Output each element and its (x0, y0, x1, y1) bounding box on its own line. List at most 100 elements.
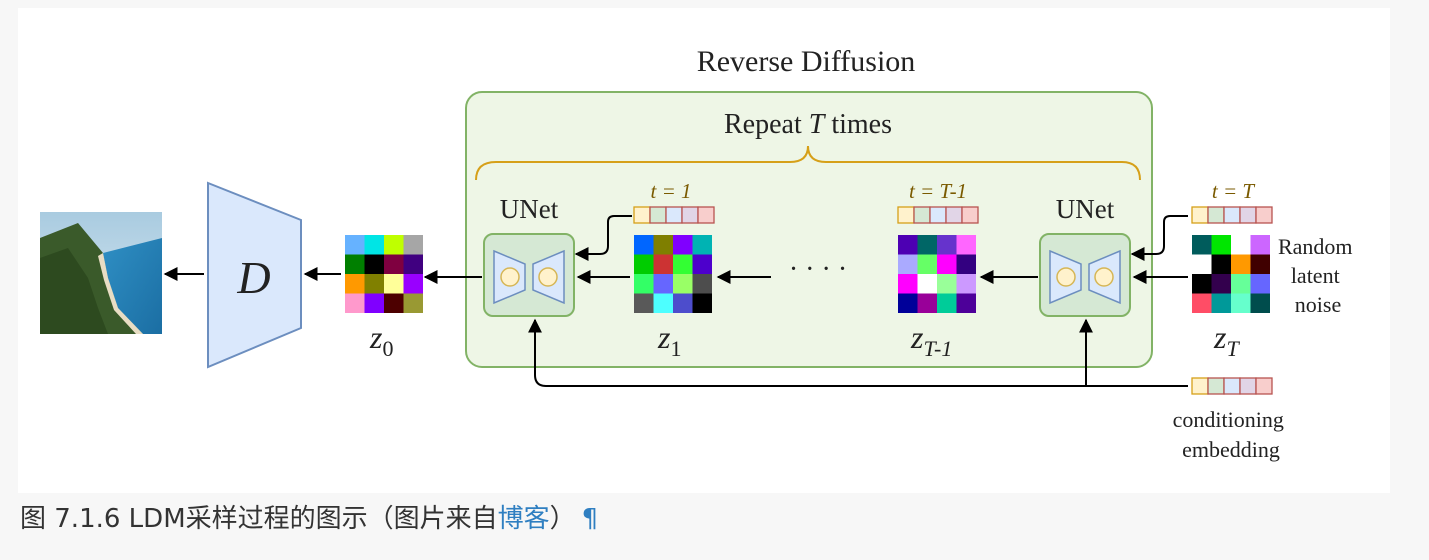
embedding-cell (929, 206, 947, 224)
latent-cell (1192, 274, 1212, 294)
latent-grid-zT1 (898, 235, 976, 313)
latent-cell (634, 235, 654, 255)
latent-cell (364, 254, 384, 274)
latent-cell (898, 274, 918, 294)
repeat-label: Repeat T times (724, 109, 892, 140)
latent-cell (1192, 254, 1212, 274)
latent-cell (956, 235, 976, 255)
latent-cell (364, 274, 384, 294)
latent-cell (1211, 293, 1231, 313)
latent-cell (1192, 293, 1212, 313)
latent-cell (1231, 254, 1251, 274)
latent-cell (917, 235, 937, 255)
latent-cell (1211, 235, 1231, 255)
latent-cell (956, 254, 976, 274)
latent-grid-z1 (634, 235, 712, 313)
latent-cell (692, 274, 712, 294)
latent-cell (937, 274, 957, 294)
ldm-sampling-figure: Reverse Diffusion Repeat T times D z0 z1… (18, 8, 1390, 493)
latent-cell (956, 293, 976, 313)
latent-cell (364, 235, 384, 255)
embedding-cell (1239, 206, 1257, 224)
caption-suffix: ） (549, 504, 576, 534)
latent-cell (1250, 235, 1270, 255)
permalink-anchor[interactable]: ¶ (582, 504, 599, 534)
latent-cell (364, 293, 384, 313)
latent-cell (345, 254, 365, 274)
noise-label: Random latent noise (1278, 234, 1358, 317)
latent-cell (1211, 274, 1231, 294)
embedding-cell (1191, 377, 1209, 395)
latent-cell (403, 254, 423, 274)
caption-text: 图 7.1.6 LDM采样过程的图示（图片来自 (20, 504, 498, 534)
latent-cell (1192, 235, 1212, 255)
latent-cell (403, 274, 423, 294)
time-label-t1: t = 1 (650, 179, 691, 203)
latent-cell (634, 274, 654, 294)
embedding-cell (1207, 206, 1225, 224)
latent-cell (634, 293, 654, 313)
embedding-cell (1255, 206, 1273, 224)
latent-cell (937, 254, 957, 274)
latent-cell (692, 254, 712, 274)
latent-cell (653, 293, 673, 313)
time-embedding-tT1 (897, 206, 979, 224)
latent-cell (1250, 293, 1270, 313)
label-zT: zT (1213, 319, 1240, 361)
embedding-cell (665, 206, 683, 224)
embedding-cell (945, 206, 963, 224)
latent-cell (653, 274, 673, 294)
latent-cell (1211, 254, 1231, 274)
latent-cell (1231, 293, 1251, 313)
unet-left-label: UNet (500, 194, 559, 224)
latent-cell (384, 293, 404, 313)
latent-cell (384, 235, 404, 255)
latent-cell (345, 235, 365, 255)
latent-cell (1250, 254, 1270, 274)
latent-cell (917, 254, 937, 274)
label-z0: z0 (369, 319, 393, 361)
time-embedding-t1 (633, 206, 715, 224)
latent-cell (673, 274, 693, 294)
latent-cell (1250, 274, 1270, 294)
latent-cell (634, 254, 654, 274)
latent-cell (917, 293, 937, 313)
latent-cell (384, 254, 404, 274)
latent-grid-z0 (345, 235, 423, 313)
unet-right-label: UNet (1056, 194, 1115, 224)
latent-grid-zT (1192, 235, 1270, 313)
latent-cell (653, 254, 673, 274)
latent-cell (917, 274, 937, 294)
time-embedding-tT (1191, 206, 1273, 224)
embedding-cell (1223, 206, 1241, 224)
embedding-cell (1191, 206, 1209, 224)
latent-cell (937, 235, 957, 255)
latent-cell (898, 293, 918, 313)
latent-cell (345, 293, 365, 313)
latent-cell (673, 235, 693, 255)
embedding-cell (1239, 377, 1257, 395)
embedding-cell (649, 206, 667, 224)
embedding-cell (681, 206, 699, 224)
embedding-cell (633, 206, 651, 224)
embedding-cell (1223, 377, 1241, 395)
latent-cell (956, 274, 976, 294)
latent-cell (692, 235, 712, 255)
embedding-cell (1207, 377, 1225, 395)
latent-cell (403, 235, 423, 255)
time-label-tT: t = T (1212, 179, 1256, 203)
latent-cell (403, 293, 423, 313)
ellipsis: · · · · (789, 254, 847, 285)
latent-cell (1231, 235, 1251, 255)
latent-cell (898, 254, 918, 274)
latent-cell (673, 293, 693, 313)
figure-caption: 图 7.1.6 LDM采样过程的图示（图片来自博客） ¶ (20, 499, 598, 539)
conditioning-embedding-strip (1191, 377, 1273, 395)
output-image (40, 212, 162, 334)
latent-cell (673, 254, 693, 274)
latent-cell (345, 274, 365, 294)
latent-cell (384, 274, 404, 294)
embedding-cell (1255, 377, 1273, 395)
embedding-cell (961, 206, 979, 224)
blog-link[interactable]: 博客 (498, 504, 550, 534)
